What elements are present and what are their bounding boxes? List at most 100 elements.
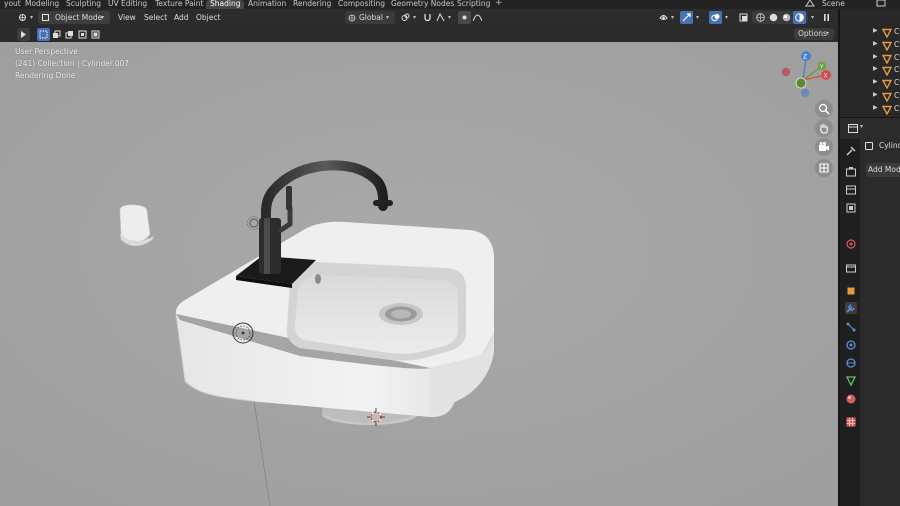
- pan-button[interactable]: [815, 119, 833, 137]
- add-workspace-button[interactable]: +: [495, 0, 503, 8]
- rendered-shading-button[interactable]: [793, 11, 806, 24]
- visibility-icon[interactable]: [657, 11, 670, 24]
- render-tab-icon[interactable]: [845, 166, 857, 178]
- menu-add[interactable]: Add: [174, 9, 189, 26]
- transform-orientation-dropdown[interactable]: Global ▾: [345, 11, 395, 24]
- menu-view[interactable]: View: [118, 9, 136, 26]
- zoom-icon: [818, 103, 830, 115]
- solid-shading-icon[interactable]: [769, 13, 778, 22]
- modifiers-tab[interactable]: [845, 302, 857, 314]
- falloff-icon[interactable]: [471, 11, 484, 24]
- wrench-icon: [846, 304, 855, 313]
- workspace-tab-texture-paint[interactable]: Texture Paint: [151, 0, 207, 9]
- editor-type-chevron-icon[interactable]: ▾: [30, 9, 33, 26]
- outliner-item[interactable]: ▶ Cy: [870, 78, 900, 90]
- chevron-down-icon[interactable]: ▾: [725, 9, 728, 26]
- cone-object-icon: [882, 54, 892, 64]
- chevron-down-icon[interactable]: ▾: [811, 9, 814, 26]
- wireframe-shading-icon[interactable]: [756, 13, 765, 22]
- cone-object-icon: [882, 79, 892, 90]
- outliner-item[interactable]: ▶ Cy: [870, 40, 900, 52]
- pause-render-icon[interactable]: [820, 11, 833, 24]
- cone-object-icon: [882, 92, 892, 102]
- object-tab-icon[interactable]: [845, 285, 857, 297]
- expand-triangle-icon[interactable]: ▶: [873, 27, 878, 34]
- output-tab-icon[interactable]: [845, 184, 857, 196]
- scene-icon[interactable]: [805, 0, 815, 7]
- workspace-tab-shading[interactable]: Shading: [206, 0, 245, 9]
- workspace-tab-geometry-nodes[interactable]: Geometry Nodes: [387, 0, 458, 9]
- properties-content: Cylind Add Modifi: [860, 139, 900, 506]
- editor-type-icon[interactable]: [16, 11, 29, 24]
- workspace-tab-modeling[interactable]: Modeling: [21, 0, 63, 9]
- outliner-item[interactable]: ▶ Cy: [870, 104, 900, 116]
- expand-triangle-icon[interactable]: ▶: [873, 53, 878, 60]
- chevron-down-icon[interactable]: ▾: [696, 9, 699, 26]
- material-shading-icon[interactable]: [782, 13, 791, 22]
- object-mode-icon: [42, 14, 49, 21]
- data-tab-icon[interactable]: [845, 375, 857, 387]
- menu-select[interactable]: Select: [144, 9, 167, 26]
- outliner-item-label: Cy: [894, 52, 900, 62]
- constraints-tab-icon[interactable]: [845, 357, 857, 369]
- object-mode-dropdown[interactable]: Object Mode ▾: [38, 11, 110, 24]
- select-mode-invert-icon[interactable]: [76, 28, 89, 41]
- outliner-item[interactable]: ▶ Cy: [870, 91, 900, 103]
- properties-editor-icon[interactable]: [848, 124, 858, 133]
- pivot-point-icon[interactable]: [399, 11, 412, 24]
- ortho-toggle-button[interactable]: [815, 159, 833, 177]
- particles-tab-icon[interactable]: [845, 321, 857, 333]
- xray-toggle-icon[interactable]: [737, 11, 750, 24]
- material-tab-icon[interactable]: [845, 393, 857, 405]
- workspace-tab-animation[interactable]: Animation: [244, 0, 290, 9]
- view-layer-tab-icon[interactable]: [845, 202, 857, 214]
- expand-triangle-icon[interactable]: ▶: [873, 78, 878, 85]
- outliner-item[interactable]: ▶ Cy: [870, 65, 900, 77]
- tool-tab-icon[interactable]: [845, 145, 857, 157]
- view-perspective-label: User Perspective: [15, 47, 78, 56]
- select-mode-extend-icon[interactable]: [50, 28, 63, 41]
- 3d-viewport[interactable]: Z X Y User Perspective (241) Collection …: [0, 42, 838, 506]
- view-layer-icon[interactable]: [876, 0, 886, 7]
- world-tab-icon[interactable]: [845, 262, 857, 274]
- workspace-tab-uv-editing[interactable]: UV Editing: [104, 0, 151, 9]
- expand-triangle-icon[interactable]: ▶: [873, 91, 878, 98]
- outliner-item-label: Cy: [894, 65, 900, 75]
- options-dropdown[interactable]: Options ▾: [794, 28, 834, 40]
- scene-name[interactable]: Scene: [822, 0, 845, 8]
- add-modifier-button[interactable]: Add Modifi: [866, 163, 900, 177]
- outliner-item[interactable]: ▶ Cy: [870, 53, 900, 65]
- workspace-tab-compositing[interactable]: Compositing: [334, 0, 389, 9]
- outliner-item-label: Cy: [894, 91, 900, 100]
- snap-icon[interactable]: [421, 11, 434, 24]
- overlays-toggle-icon[interactable]: [709, 11, 722, 24]
- expand-triangle-icon[interactable]: ▶: [873, 104, 878, 111]
- outliner-item[interactable]: ▶ Cy: [870, 27, 900, 39]
- select-mode-intersect-icon[interactable]: [89, 28, 102, 41]
- chevron-down-icon[interactable]: ▾: [448, 9, 451, 26]
- workspace-tab-sculpting[interactable]: Sculpting: [62, 0, 105, 9]
- select-mode-subtract-icon[interactable]: [63, 28, 76, 41]
- scene-tab-icon[interactable]: [845, 238, 857, 250]
- chevron-down-icon[interactable]: ▾: [860, 123, 863, 130]
- gizmo-toggle-icon[interactable]: [680, 11, 693, 24]
- select-mode-new-icon[interactable]: [37, 28, 50, 41]
- zoom-button[interactable]: [815, 100, 833, 118]
- chevron-down-icon[interactable]: ▾: [671, 9, 674, 26]
- viewport-header: ▾ Object Mode ▾ View Select Add Object G…: [0, 9, 838, 26]
- camera-view-button[interactable]: [815, 138, 833, 156]
- expand-triangle-icon[interactable]: ▶: [873, 40, 878, 47]
- tool-select-icon[interactable]: [17, 28, 30, 41]
- physics-tab-icon[interactable]: [845, 339, 857, 351]
- workspace-tab-rendering[interactable]: Rendering: [289, 0, 335, 9]
- menu-object[interactable]: Object: [196, 9, 220, 26]
- render-status-label: Rendering Done: [15, 71, 76, 80]
- active-collection-label: (241) Collection | Cylinder.007: [15, 59, 130, 68]
- object-name-field[interactable]: Cylind: [879, 141, 900, 150]
- workspace-tab-scripting[interactable]: Scripting: [453, 0, 494, 9]
- expand-triangle-icon[interactable]: ▶: [873, 65, 878, 72]
- proportional-edit-icon[interactable]: [458, 11, 471, 24]
- texture-tab-icon[interactable]: [845, 416, 857, 428]
- snap-target-icon[interactable]: [434, 11, 447, 24]
- chevron-down-icon[interactable]: ▾: [413, 9, 416, 26]
